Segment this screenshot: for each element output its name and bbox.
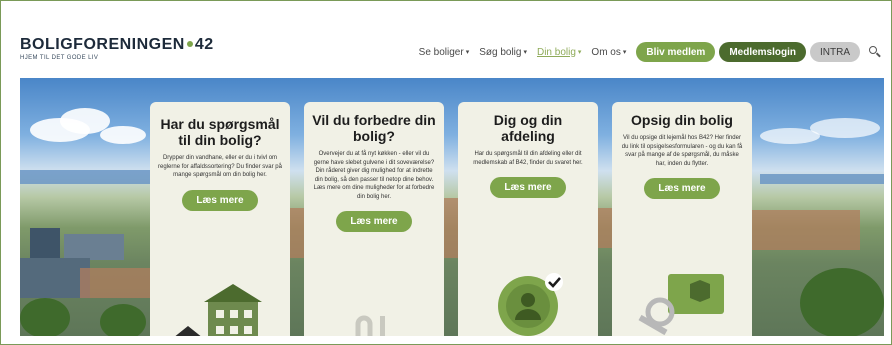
tools-icon (355, 315, 385, 336)
building (64, 234, 124, 260)
read-more-button[interactable]: Læs mere (336, 211, 412, 232)
logo-dot (186, 40, 193, 47)
cloud (810, 118, 880, 138)
card-bolig-questions: Har du spørgsmål til din bolig? Drypper … (150, 102, 290, 336)
nav-label: Om os (591, 46, 621, 58)
card-opsig-bolig: Opsig din bolig Vil du opsige dit lejemå… (612, 102, 752, 336)
member-login-button[interactable]: Medlemslogin (719, 42, 806, 62)
water (760, 174, 884, 184)
card-text: Har du spørgsmål til din afdeling eller … (473, 151, 583, 166)
member-check-icon (498, 273, 563, 336)
card-text: Drypper din vandhane, eller er du i tviv… (158, 155, 282, 178)
nav-item-se-boliger[interactable]: Se boliger ▾ (419, 47, 470, 58)
logo-name: BOLIGFORENINGEN (20, 36, 185, 53)
key-icon (638, 274, 724, 336)
card-text: Overvejer du at få nyt køkken - eller vi… (313, 151, 435, 200)
site-logo[interactable]: BOLIGFORENINGEN 42 HJEM TIL DET GODE LIV (20, 36, 214, 62)
chevron-down-icon: ▾ (523, 49, 527, 56)
card-afdeling: Dig og din afdeling Har du spørgsmål til… (458, 102, 598, 336)
hero-banner: Har du spørgsmål til din bolig? Drypper … (20, 78, 884, 336)
card-text: Vil du opsige dit lejemål hos B42? Her f… (621, 135, 743, 167)
trees (800, 268, 884, 336)
nav-item-om-os[interactable]: Om os ▾ (591, 47, 626, 58)
main-nav: Se boliger ▾ Søg bolig ▾ Din bolig ▾ Om os ▾… (419, 42, 882, 62)
cloud (100, 126, 146, 144)
card-title: Dig og din afdeling (493, 112, 563, 144)
nav-label: Se boliger (418, 46, 464, 58)
nav-label: Søg bolig (479, 46, 522, 58)
card-title: Har du spørgsmål til din bolig? (160, 116, 280, 148)
trees (20, 298, 70, 336)
read-more-button[interactable]: Læs mere (182, 189, 258, 211)
search-icon[interactable] (868, 45, 882, 59)
site-header: BOLIGFORENINGEN 42 HJEM TIL DET GODE LIV … (20, 36, 882, 72)
read-more-button[interactable]: Læs mere (490, 177, 566, 198)
nav-item-sog-bolig[interactable]: Søg bolig ▾ (479, 47, 527, 58)
logo-tagline: HJEM TIL DET GODE LIV (20, 55, 99, 61)
chevron-down-icon: ▾ (465, 49, 470, 56)
logo-number: 42 (194, 36, 214, 53)
logo-wordmark: BOLIGFORENINGEN 42 (20, 36, 214, 54)
card-improve-bolig: Vil du forbedre din bolig? Overvejer du … (304, 102, 444, 336)
nav-item-din-bolig[interactable]: Din bolig ▾ (537, 47, 581, 58)
rooftops (750, 210, 860, 250)
trees (100, 304, 146, 336)
water (20, 170, 160, 184)
card-title: Vil du forbedre din bolig? (312, 112, 436, 144)
become-member-button[interactable]: Bliv medlem (636, 42, 716, 62)
chevron-down-icon: ▾ (577, 49, 582, 56)
intra-button[interactable]: INTRA (810, 42, 860, 62)
chevron-down-icon: ▾ (622, 49, 627, 56)
rooftops (80, 268, 150, 298)
read-more-button[interactable]: Læs mere (644, 178, 720, 199)
nav-label: Din bolig (536, 46, 576, 58)
house-icon (175, 284, 262, 336)
card-title: Opsig din bolig (631, 112, 733, 128)
